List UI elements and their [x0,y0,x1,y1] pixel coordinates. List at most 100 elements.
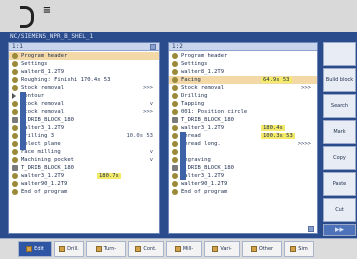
softkey-more-icon[interactable]: ▸▸ [323,224,356,236]
block-value: >>>> [297,141,311,147]
softkey-glyph-icon [290,246,297,252]
program-block-row[interactable]: walter3_1.2T9 180.4s [169,124,317,132]
cycle-icon [172,93,178,99]
program-block-row[interactable]: End of program [9,188,159,196]
program-block-row[interactable]: walter3_1.2T9 [169,172,317,180]
cycle-icon [12,69,18,75]
block-label: T_DRIB_BLOCK_180 [21,165,74,171]
contour-icon [12,93,16,99]
softkey-glyph-icon [174,246,181,252]
block-value: >>> [143,109,153,115]
program-block-row[interactable]: Stock removal >>> [9,84,159,92]
block-time-highlight: 100.3s 53 [261,133,295,139]
softkey-build-block[interactable]: Build block [323,68,356,92]
horizontal-softkey-bar: Edit Drill. Turn- Cont. Mill- Vari- Other Sim [0,238,357,259]
program-list-right: Program header Settings walter8_1.2T9 Facin… [169,52,317,196]
scroll-up-left[interactable] [150,44,156,50]
bottom-softkey-cont[interactable]: Cont. [128,241,164,257]
softkey-label: Drill. [67,246,79,252]
cycle-icon [12,149,18,155]
program-block-row[interactable]: walter90_1.2T9 [169,180,317,188]
program-block-row[interactable]: walter8_1.2T9 [169,68,317,76]
program-block-row[interactable]: Facing 64.9s 53 [169,76,317,84]
cycle-icon [12,133,18,139]
block-label: Program header [21,53,68,59]
program-block-row[interactable]: T_DRIB_BLOCK_180 [9,116,159,124]
block-label: 001: Position circle [181,109,248,115]
bottom-softkey-mill[interactable]: Mill- [166,241,202,257]
program-block-row[interactable]: Face milling v [9,148,159,156]
block-value: 10.0s 53 [126,133,154,139]
program-block-row[interactable]: Settings [169,60,317,68]
program-block-row[interactable]: T_DRIB_BLOCK_180 [9,164,159,172]
program-block-row[interactable]: Program header [169,52,317,60]
block-time-highlight: 180.4s [261,125,285,131]
block-label: walter90_1.2T9 [181,181,228,187]
block-bracket-left [20,92,26,150]
bottom-softkey-vari[interactable]: Vari- [204,241,240,257]
program-block-row[interactable]: walter3_1.2T9 [9,124,159,132]
program-block-row[interactable]: Machining pocket v [9,156,159,164]
program-block-row[interactable]: walter90_1.2T9 [9,180,159,188]
block-value: >>> [143,85,153,91]
bottom-softkey-drill[interactable]: Drill. [54,241,84,257]
block-label: walter3_1.2T9 [181,173,225,179]
program-block-row[interactable]: Engraving [169,156,317,164]
program-block-row[interactable]: 001: Position circle [169,108,317,116]
cycle-icon [12,77,18,83]
program-block-row[interactable]: Stock removal v [9,100,159,108]
program-block-row[interactable]: Stock removal >>> [169,84,317,92]
program-block-row[interactable]: End of program [169,188,317,196]
softkey-blank-1[interactable] [323,42,356,66]
bottom-softkey-sim[interactable]: Sim [284,241,314,257]
program-block-row[interactable]: Settings [9,60,159,68]
softkey-paste[interactable]: Paste [323,172,356,196]
block-label: Settings [181,61,208,67]
program-panel-right[interactable]: 1:2 Program header Settings walter8_1.2T9 F… [168,42,318,234]
bottom-softkey-edit[interactable]: Edit [18,241,52,257]
program-block-row[interactable]: Select plane [9,140,159,148]
block-label: Stock removal [181,85,225,91]
block-label: Stock removal [21,109,65,115]
block-label: Program header [181,53,228,59]
cycle-icon [172,149,178,155]
program-block-row[interactable]: Thread long. >>>> [169,140,317,148]
cycle-icon [172,69,178,75]
softkey-search[interactable]: Search [323,94,356,118]
program-block-row[interactable]: Stock removal >>> [9,108,159,116]
program-block-row[interactable]: T_DRIB_BLOCK_180 [169,116,317,124]
softkey-mark[interactable]: Mark [323,120,356,144]
bottom-softkey-turn[interactable]: Turn- [86,241,126,257]
program-block-row[interactable]: Drilling 3 10.0s 53 [9,132,159,140]
program-block-row[interactable]: Contour [9,92,159,100]
block-label: walter8_1.2T9 [181,69,225,75]
program-block-row[interactable]: E [169,148,317,156]
tool-block-icon [12,165,18,171]
program-block-row[interactable]: Drilling [169,92,317,100]
block-label: walter90_1.2T9 [21,181,68,187]
block-time-highlight: 64.9s 53 [261,77,292,83]
bottom-softkey-other[interactable]: Other [242,241,282,257]
program-block-row[interactable]: walter8_1.2T9 [9,68,159,76]
program-block-row[interactable]: Thread 100.3s 53 [169,132,317,140]
block-label: T_DRIB_BLOCK_180 [21,117,74,123]
program-block-row[interactable]: walter3_1.2T9 180.7s [9,172,159,180]
softkey-label: Turn- [103,246,117,252]
softkey-label: Other [258,246,274,252]
program-block-row[interactable]: Program header [9,52,159,60]
cycle-icon [172,157,178,163]
softkey-cut[interactable]: Cut [323,198,356,222]
scroll-down-right[interactable] [308,226,314,232]
program-panel-left[interactable]: 1:1 Program header Settings walter8_1.2T9 R… [8,42,160,234]
softkey-label: Edit [34,246,44,252]
cycle-icon [172,61,178,67]
program-block-row[interactable]: Tapping [169,100,317,108]
cycle-icon [12,61,18,67]
program-block-row[interactable]: Roughing: Finishi 170.4s 53 [9,76,159,84]
program-block-row[interactable]: T_DRIB_BLOCK_180 [169,164,317,172]
block-label: Stock removal [21,85,65,91]
block-label: Settings [21,61,48,67]
softkey-copy[interactable]: Copy [323,146,356,170]
cycle-icon [12,173,18,179]
machine-bezel: ≡ [0,0,357,32]
